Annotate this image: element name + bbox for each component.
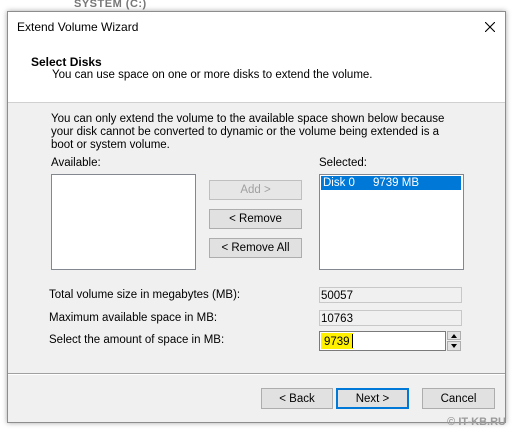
next-button[interactable]: Next > [336, 388, 409, 409]
close-button[interactable] [475, 12, 505, 42]
available-label: Available: [51, 157, 101, 169]
selected-disk-size: 9739 MB [373, 177, 420, 189]
close-icon [485, 22, 495, 32]
footer-divider-highlight [8, 374, 505, 375]
selected-disk-name: Disk 0 [323, 177, 355, 189]
total-size-label: Total volume size in megabytes (MB): [49, 289, 241, 301]
selected-list-item[interactable]: Disk 0 9739 MB [321, 176, 461, 190]
spin-up-icon [451, 333, 457, 338]
max-space-label: Maximum available space in MB: [49, 312, 218, 324]
wizard-header: Select Disks You can use space on one or… [8, 42, 505, 103]
available-list[interactable] [51, 174, 196, 270]
spin-down-button[interactable] [447, 341, 461, 351]
amount-label: Select the amount of space in MB: [49, 334, 225, 346]
watermark: © IT-KB.RU [447, 416, 506, 428]
selected-list[interactable]: Disk 0 9739 MB [319, 174, 464, 270]
amount-value: 9739 [321, 333, 353, 349]
header-subtitle: You can use space on one or more disks t… [52, 69, 373, 81]
spin-down-icon [451, 344, 457, 348]
spin-up-button[interactable] [447, 331, 461, 340]
total-size-value: 50057 [319, 287, 462, 303]
remove-all-button[interactable]: < Remove All [209, 238, 302, 258]
max-space-value: 10763 [319, 310, 462, 326]
add-button[interactable]: Add > [209, 180, 302, 200]
background-partial-text: SYSTEM (C:) [74, 0, 147, 10]
extend-note: You can only extend the volume to the av… [51, 113, 445, 151]
window-title: Extend Volume Wizard [17, 20, 139, 34]
remove-button[interactable]: < Remove [209, 209, 302, 229]
header-title: Select Disks [31, 55, 102, 69]
selected-label: Selected: [319, 157, 367, 169]
text-caret [352, 334, 353, 348]
amount-spin-input[interactable]: 9739 [319, 331, 446, 351]
title-bar: Extend Volume Wizard [8, 12, 505, 42]
back-button[interactable]: < Back [261, 388, 333, 409]
cancel-button[interactable]: Cancel [422, 388, 495, 409]
extend-volume-wizard-dialog: Extend Volume Wizard Select Disks You ca… [7, 11, 506, 423]
